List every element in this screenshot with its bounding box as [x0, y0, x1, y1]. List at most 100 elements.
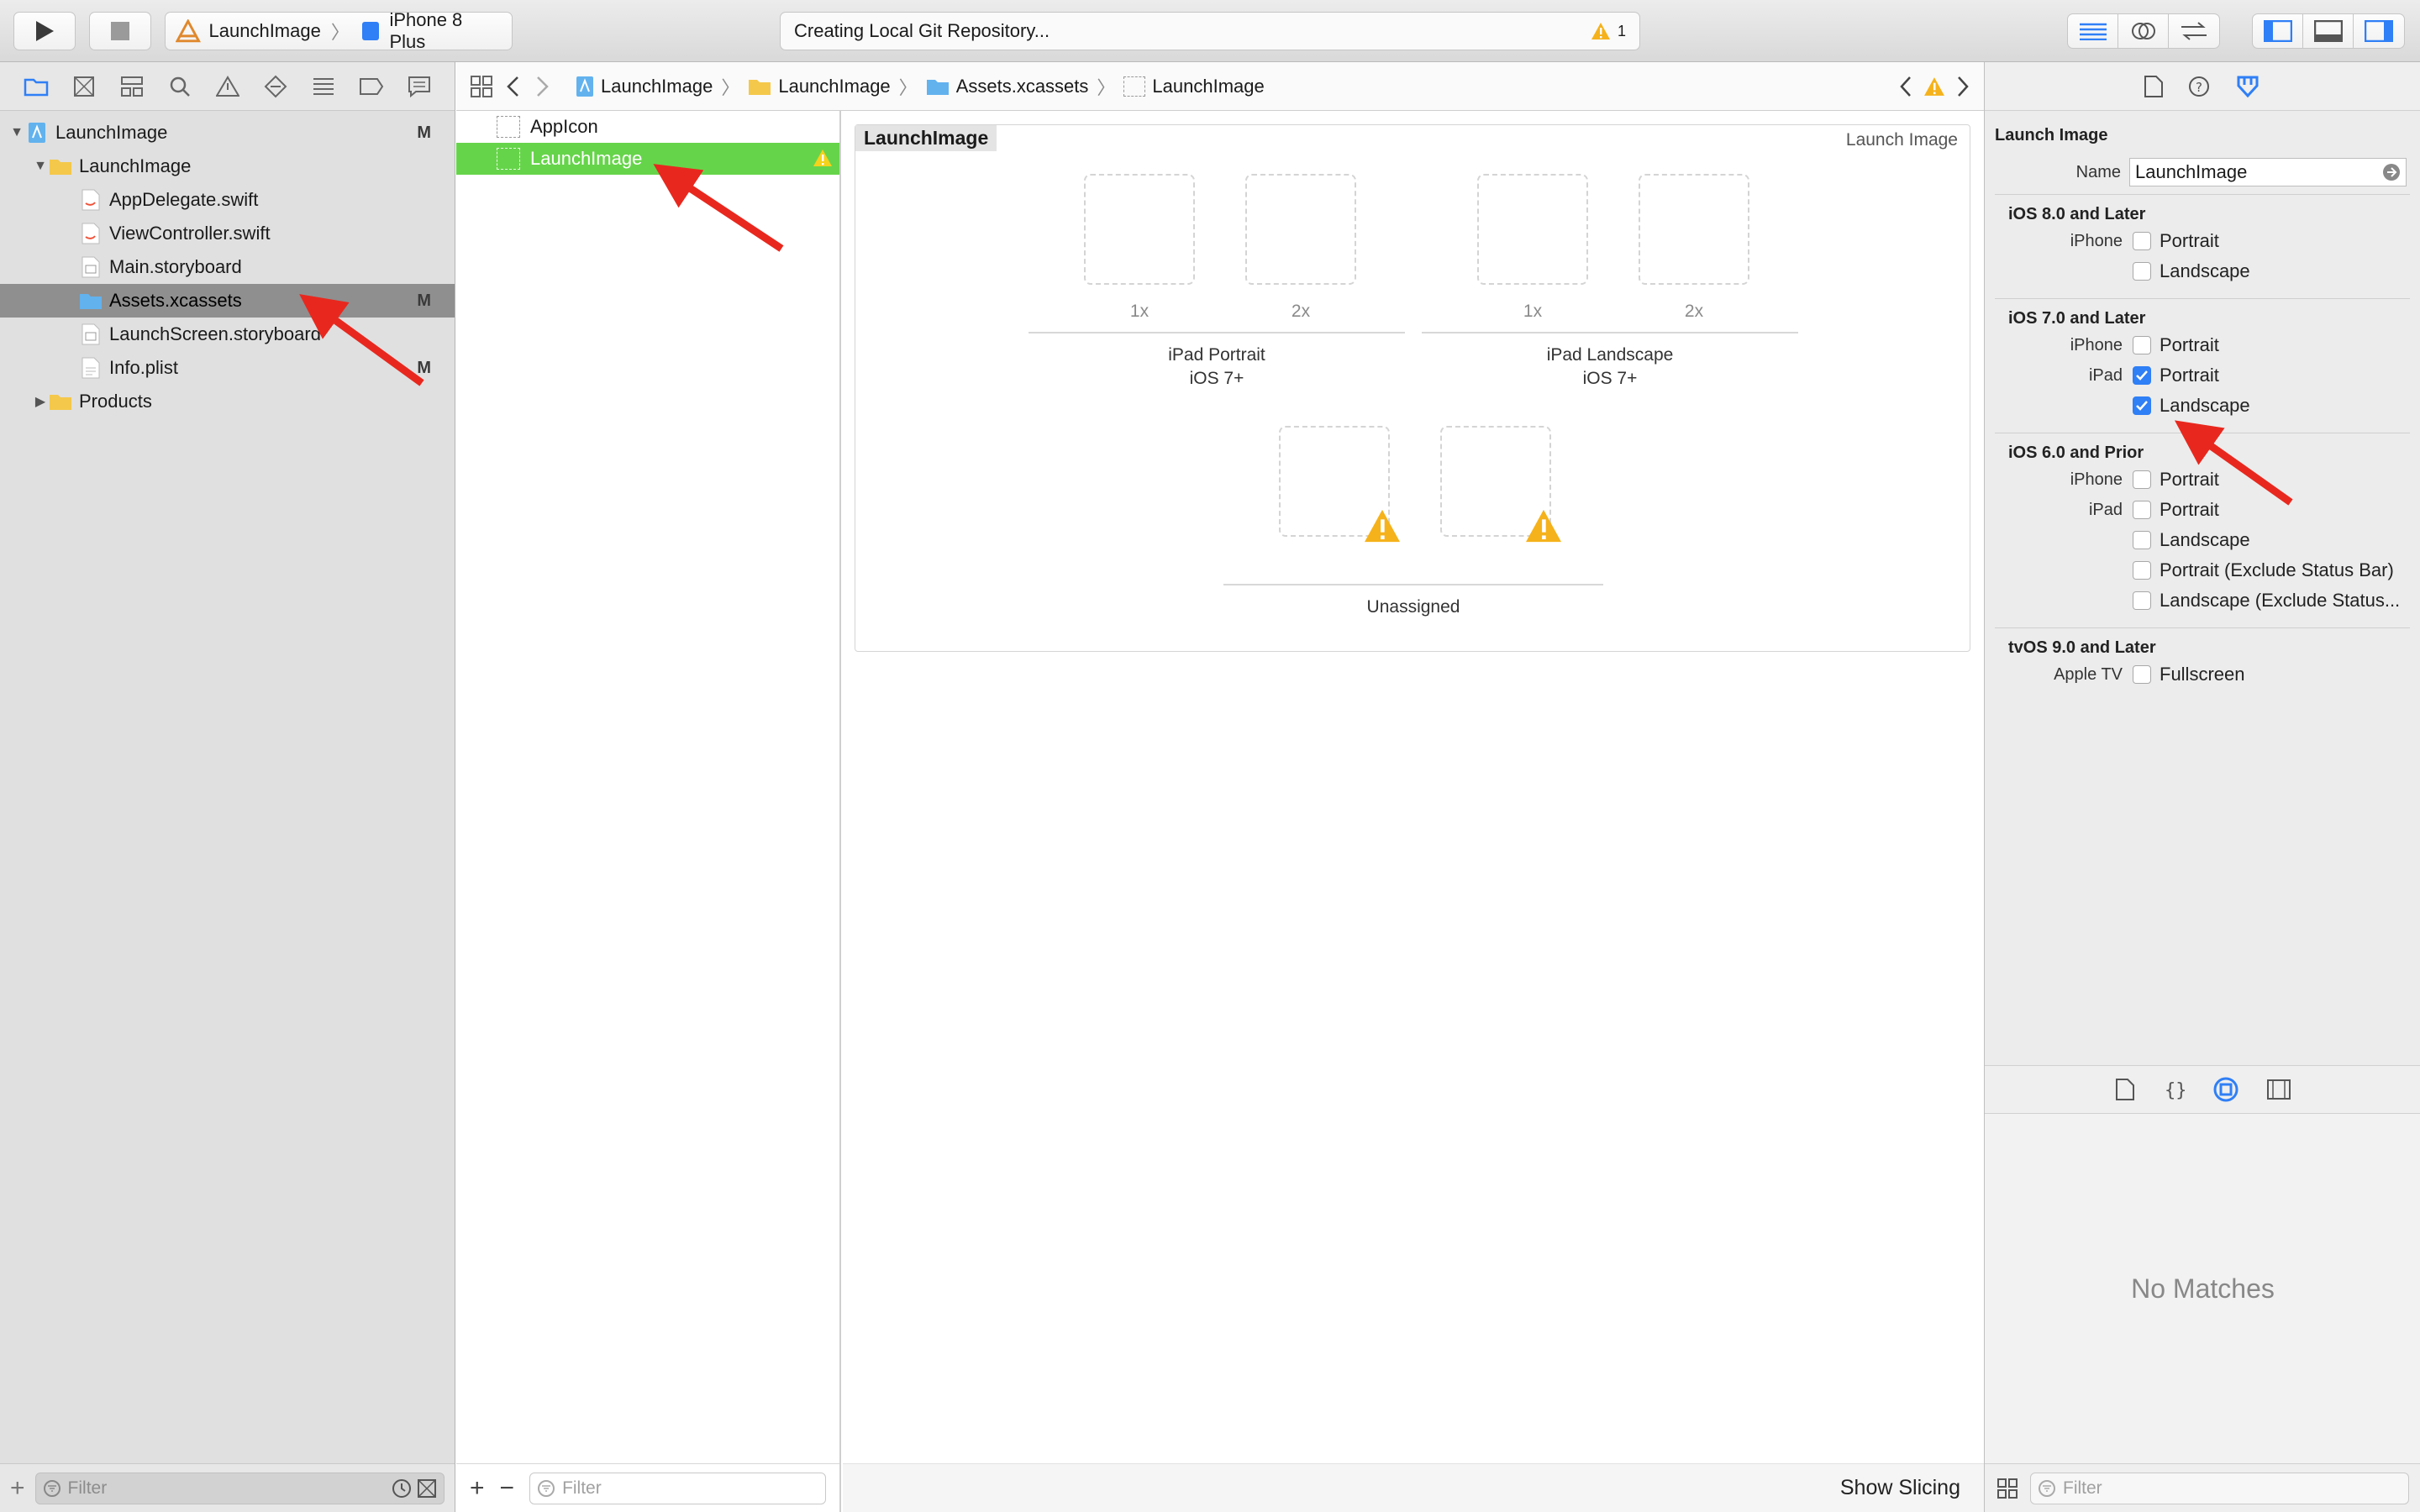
add-icon[interactable]: +: [10, 1474, 25, 1503]
library-filter-bar: Filter: [1985, 1463, 2420, 1512]
forward-icon[interactable]: [534, 76, 550, 97]
appearance-option[interactable]: iPhone Portrait: [1995, 330, 2410, 360]
asset-item-appicon[interactable]: AppIcon: [456, 111, 839, 143]
asset-item-launchimage[interactable]: LaunchImage: [456, 143, 839, 175]
group-label: Unassigned: [1223, 596, 1603, 619]
report-icon[interactable]: [395, 76, 443, 97]
library-filter-input[interactable]: Filter: [2030, 1472, 2409, 1504]
checkbox[interactable]: [2133, 262, 2151, 281]
test-icon[interactable]: [251, 75, 299, 98]
toggle-inspector-button[interactable]: [2354, 14, 2404, 48]
appearance-option[interactable]: Apple TV Fullscreen: [1995, 659, 2410, 690]
toggle-debug-button[interactable]: [2303, 14, 2354, 48]
checkbox-checked[interactable]: [2133, 366, 2151, 385]
project-icon: [25, 122, 49, 144]
media-library-icon[interactable]: [2266, 1079, 2291, 1100]
stop-button[interactable]: [89, 12, 151, 50]
debug-icon[interactable]: [299, 76, 347, 97]
tree-item-file[interactable]: AppDelegate.swift: [0, 183, 455, 217]
show-slicing-button[interactable]: Show Slicing: [1840, 1476, 1960, 1500]
appearance-option[interactable]: iPhone Portrait: [1995, 226, 2410, 256]
breakpoint-icon[interactable]: [347, 77, 395, 96]
object-library-icon[interactable]: [2213, 1077, 2238, 1102]
disclosure-open-icon[interactable]: ▼: [32, 159, 49, 174]
tree-item-project[interactable]: ▼ LaunchImage M: [0, 116, 455, 150]
remove-asset-button[interactable]: −: [500, 1474, 515, 1503]
checkbox[interactable]: [2133, 665, 2151, 684]
image-slot[interactable]: [1477, 174, 1588, 285]
checkbox[interactable]: [2133, 591, 2151, 610]
appearance-option[interactable]: iPad Portrait: [1995, 360, 2410, 391]
disclosure-open-icon[interactable]: ▼: [8, 125, 25, 140]
appearance-option[interactable]: Landscape (Exclude Status...: [1995, 585, 2410, 616]
standard-editor-button[interactable]: [2068, 14, 2118, 48]
code-snippet-icon[interactable]: {}: [2163, 1079, 2185, 1100]
navigator-filter-input[interactable]: Filter: [34, 1472, 445, 1504]
checkbox[interactable]: [2133, 501, 2151, 519]
breadcrumb-assets[interactable]: Assets.xcassets: [926, 76, 1088, 97]
tree-item-file[interactable]: ViewController.swift: [0, 217, 455, 250]
add-asset-button[interactable]: +: [470, 1474, 485, 1503]
appearance-option[interactable]: Portrait (Exclude Status Bar): [1995, 555, 2410, 585]
issue-icon[interactable]: [203, 75, 251, 97]
tree-item-assets[interactable]: Assets.xcassets M: [0, 284, 455, 318]
tree-item-file[interactable]: LaunchScreen.storyboard: [0, 318, 455, 351]
run-button[interactable]: [13, 12, 76, 50]
warning-icon[interactable]: [1923, 76, 1945, 97]
plist-file-icon: [79, 357, 103, 379]
appearance-option[interactable]: Landscape: [1995, 256, 2410, 286]
checkbox[interactable]: [2133, 232, 2151, 250]
divider: [1422, 332, 1798, 333]
grid-view-icon[interactable]: [1996, 1478, 2018, 1499]
assistant-editor-button[interactable]: [2118, 14, 2169, 48]
tree-item-group[interactable]: ▼ LaunchImage: [0, 150, 455, 183]
breadcrumb-label: LaunchImage: [1152, 75, 1265, 97]
lines-icon: [2079, 23, 2107, 40]
asset-editor: LaunchImage Launch Image 1x 2x iPad Port…: [843, 111, 1984, 1512]
next-issue-icon[interactable]: [1955, 76, 1970, 97]
symbol-icon[interactable]: [108, 76, 155, 97]
checkbox[interactable]: [2133, 531, 2151, 549]
checkbox[interactable]: [2133, 336, 2151, 354]
checkbox-checked[interactable]: [2133, 396, 2151, 415]
breadcrumb-group[interactable]: LaunchImage: [748, 76, 891, 97]
attributes-inspector-icon[interactable]: [2235, 74, 2260, 99]
arrows-swap-icon: [2181, 22, 2207, 40]
related-items-icon[interactable]: [470, 75, 493, 98]
tree-item-label: LaunchImage: [55, 122, 168, 143]
image-slot[interactable]: [1639, 174, 1749, 285]
scm-filter-icon[interactable]: [417, 1478, 437, 1499]
clock-icon[interactable]: [392, 1478, 412, 1499]
breadcrumb-project[interactable]: LaunchImage: [576, 76, 713, 97]
scheme-selector[interactable]: LaunchImage 〉 iPhone 8 Plus: [165, 9, 513, 52]
right-panel-icon: [2365, 20, 2393, 42]
tree-item-products[interactable]: ▶ Products: [0, 385, 455, 418]
group-label: iPad Portrait iOS 7+: [1028, 344, 1405, 391]
file-inspector-icon[interactable]: [2144, 75, 2163, 97]
name-field[interactable]: LaunchImage: [2129, 158, 2407, 186]
checkbox[interactable]: [2133, 470, 2151, 489]
checkbox[interactable]: [2133, 561, 2151, 580]
asset-filter-input[interactable]: Filter: [529, 1472, 826, 1504]
folder-icon[interactable]: [12, 76, 60, 97]
image-slot[interactable]: [1245, 174, 1356, 285]
toggle-navigator-button[interactable]: [2253, 14, 2303, 48]
image-slot[interactable]: [1084, 174, 1195, 285]
search-icon[interactable]: [155, 76, 203, 97]
appearance-option[interactable]: Landscape: [1995, 391, 2410, 421]
tree-item-file[interactable]: Info.plist M: [0, 351, 455, 385]
appearance-option[interactable]: iPhone Portrait: [1995, 465, 2410, 495]
file-template-icon[interactable]: [2115, 1079, 2134, 1100]
disclosure-closed-icon[interactable]: ▶: [32, 393, 49, 410]
appearance-option[interactable]: iPad Portrait: [1995, 495, 2410, 525]
back-icon[interactable]: [505, 76, 522, 97]
appearance-option[interactable]: Landscape: [1995, 525, 2410, 555]
arrow-circle-icon[interactable]: [2382, 163, 2401, 181]
source-control-icon[interactable]: [60, 76, 108, 97]
help-icon[interactable]: ?: [2188, 76, 2210, 97]
tree-item-file[interactable]: Main.storyboard: [0, 250, 455, 284]
version-editor-button[interactable]: [2169, 14, 2219, 48]
breadcrumb-launchimage[interactable]: LaunchImage: [1123, 75, 1265, 97]
status-warning[interactable]: 1: [1591, 22, 1626, 40]
previous-issue-icon[interactable]: [1898, 76, 1913, 97]
